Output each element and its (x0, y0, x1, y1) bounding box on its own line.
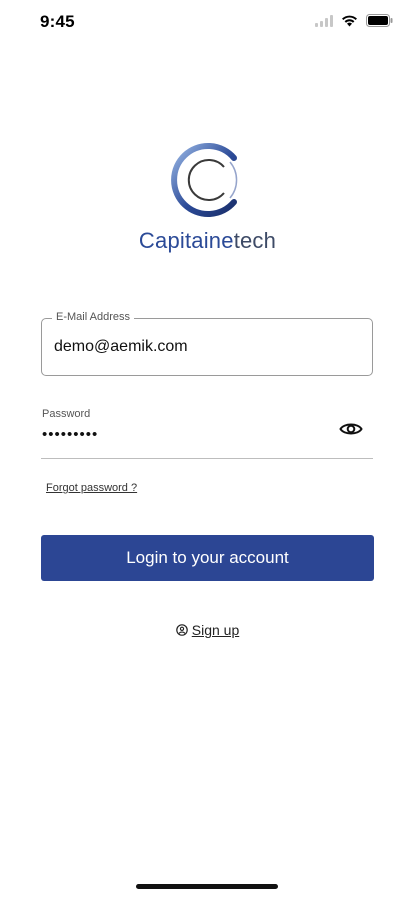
login-button[interactable]: Login to your account (41, 535, 374, 581)
forgot-password-link[interactable]: Forgot password ? (46, 482, 137, 494)
logo-text-tech: tech (233, 228, 277, 253)
logo-wordmark: Capitainetech (0, 228, 415, 254)
battery-icon (366, 14, 393, 27)
email-label: E-Mail Address (52, 311, 134, 323)
status-time: 9:45 (40, 12, 75, 31)
logo-text-capitaine: Capitaine (138, 228, 234, 253)
signup-label: Sign up (191, 622, 240, 638)
user-icon (175, 624, 188, 636)
signal-icon (315, 14, 333, 27)
app-logo: Capitainetech (0, 140, 415, 254)
signup-link[interactable]: Sign up (0, 622, 415, 638)
password-label: Password (42, 408, 91, 420)
email-input[interactable]: demo@aemik.com (54, 338, 188, 356)
home-indicator[interactable] (136, 884, 278, 889)
logo-mark-icon (170, 143, 237, 217)
status-bar: 9:45 (0, 0, 415, 46)
eye-icon[interactable] (339, 420, 363, 438)
status-icons (315, 14, 393, 27)
password-input[interactable]: ••••••••• (42, 426, 98, 443)
email-field[interactable]: E-Mail Address demo@aemik.com (41, 311, 373, 376)
wifi-icon (342, 15, 357, 26)
password-field[interactable]: Password ••••••••• (41, 404, 373, 459)
